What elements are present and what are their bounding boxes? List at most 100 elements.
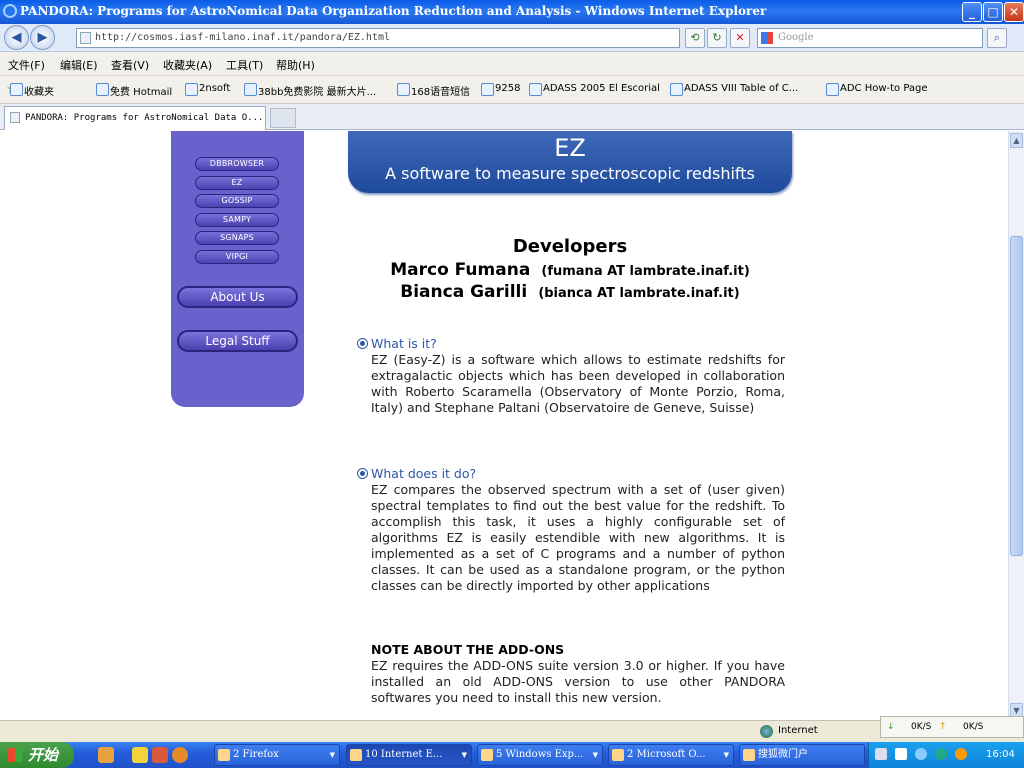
tab-page-icon (10, 112, 20, 123)
address-bar[interactable]: http://cosmos.iasf-milano.inaf.it/pandor… (76, 28, 680, 48)
search-placeholder: Google (778, 32, 814, 43)
section-heading-what-does: What does it do? (357, 466, 476, 481)
taskbar-label: 2 Microsoft O... (627, 749, 706, 760)
sidebar-item-ez[interactable]: EZ (195, 176, 279, 190)
sidebar-item-gossip[interactable]: GOSSIP (195, 194, 279, 208)
upload-arrow-icon: ↑ (939, 722, 947, 732)
note-body: EZ requires the ADD-ONS suite version 3.… (371, 658, 785, 705)
tab-title: PANDORA: Programs for AstroNomical Data … (25, 113, 264, 123)
taskbar-firefox[interactable]: 2 Firefox ▼ (214, 744, 340, 766)
window-titlebar: PANDORA: Programs for AstroNomical Data … (0, 0, 1024, 24)
page-content: DBBROWSER EZ GOSSIP SAMPY SGNAPS VIPGI A… (0, 131, 1008, 720)
fav-168[interactable]: 168语音短信 (397, 83, 470, 98)
fav-adass-2005[interactable]: ADASS 2005 El Escorial (529, 83, 660, 96)
taskbar-label: 5 Windows Exp... (496, 749, 584, 760)
firefox-quicklaunch-icon[interactable] (172, 747, 188, 763)
legal-stuff-button[interactable]: Legal Stuff (177, 330, 298, 352)
developers-heading: Developers (512, 236, 628, 257)
upload-speed: 0K/S (963, 722, 984, 732)
menu-tools[interactable]: 工具(T) (226, 57, 263, 73)
page-banner: EZ A software to measure spectroscopic r… (348, 131, 792, 193)
taskbar-internet-explorer[interactable]: 10 Internet E... ▼ (346, 744, 472, 766)
developer-email: (bianca AT lambrate.inaf.it) (538, 286, 740, 301)
messenger-icon[interactable] (955, 748, 967, 760)
section-title: What is it? (371, 336, 437, 351)
window-title: PANDORA: Programs for AstroNomical Data … (20, 4, 767, 18)
quicklaunch-icon[interactable] (152, 747, 168, 763)
stop-icon[interactable]: ✕ (730, 28, 750, 48)
menu-file[interactable]: 文件(F) (8, 57, 45, 73)
sidebar-item-vipgi[interactable]: VIPGI (195, 250, 279, 264)
tab-bar: PANDORA: Programs for AstroNomical Data … (0, 104, 1024, 130)
chevron-down-icon: ▼ (329, 751, 335, 759)
taskbar: 开始 2 Firefox ▼ 10 Internet E... ▼ 5 Window… (0, 742, 1024, 768)
developer-name: Bianca Garilli (400, 282, 528, 302)
address-text: http://cosmos.iasf-milano.inaf.it/pandor… (95, 32, 391, 43)
note-heading: NOTE ABOUT THE ADD-ONS (371, 642, 565, 657)
maximize-button[interactable]: □ (983, 2, 1003, 22)
fav-adass-viii[interactable]: ADASS VIII Table of C... (670, 83, 798, 96)
developer-name: Marco Fumana (390, 260, 531, 280)
download-arrow-icon: ↓ (887, 722, 895, 732)
sidebar-item-sgnaps[interactable]: SGNAPS (195, 231, 279, 245)
keyboard-icon[interactable] (875, 748, 887, 760)
menu-view[interactable]: 查看(V) (111, 57, 149, 73)
ie-icon (3, 4, 17, 18)
menu-help[interactable]: 帮助(H) (276, 57, 315, 73)
taskbar-label: 搜狐微门户 (758, 749, 808, 760)
bullet-icon (357, 468, 368, 479)
about-us-button[interactable]: About Us (177, 286, 298, 308)
help-icon[interactable] (895, 748, 907, 760)
fav-9258[interactable]: 9258 (481, 83, 520, 96)
taskbar-microsoft-office[interactable]: 2 Microsoft O... ▼ (608, 744, 734, 766)
search-input[interactable]: Google (757, 28, 983, 48)
google-icon (761, 32, 773, 44)
vertical-scrollbar[interactable]: ▲ ▼ (1008, 131, 1024, 720)
chevron-down-icon: ▼ (723, 751, 729, 759)
forward-button[interactable]: ▶ (30, 25, 55, 50)
sidebar-item-dbbrowser[interactable]: DBBROWSER (195, 157, 279, 171)
sidebar-item-sampy[interactable]: SAMPY (195, 213, 279, 227)
menu-bar: 文件(F) 编辑(E) 查看(V) 收藏夹(A) 工具(T) 帮助(H) (0, 52, 1024, 76)
refresh-icon[interactable]: ↻ (707, 28, 727, 48)
section-title: What does it do? (371, 466, 477, 481)
bullet-icon (357, 338, 368, 349)
taskbar-label: 10 Internet E... (365, 749, 443, 760)
close-button[interactable]: ✕ (1004, 2, 1024, 22)
favorites-bar: ★ 收藏夹 免费 Hotmail 2nsoft 38bb免费影院 最新大片...… (0, 76, 1024, 104)
quicklaunch-icon[interactable] (132, 747, 148, 763)
compat-view-icon[interactable]: ⟲ (685, 28, 705, 48)
fav-38bb[interactable]: 38bb免费影院 最新大片... (244, 83, 376, 98)
clock: 16:04 (986, 749, 1015, 760)
developer-email: (fumana AT lambrate.inaf.it) (541, 264, 750, 279)
back-button[interactable]: ◀ (4, 25, 29, 50)
menu-favorites[interactable]: 收藏夹(A) (163, 57, 212, 73)
developer-row: Bianca Garilli (bianca AT lambrate.inaf.… (348, 282, 792, 302)
status-bar: Internet (0, 720, 1024, 742)
page-icon (80, 32, 91, 44)
scroll-up-icon[interactable]: ▲ (1010, 133, 1023, 148)
minimize-button[interactable]: _ (962, 2, 982, 22)
banner-subtitle: A software to measure spectroscopic reds… (385, 164, 755, 183)
favorites-button[interactable]: 收藏夹 (10, 83, 54, 98)
taskbar-windows-explorer[interactable]: 5 Windows Exp... ▼ (477, 744, 603, 766)
fav-2nsoft[interactable]: 2nsoft (185, 83, 230, 96)
menu-edit[interactable]: 编辑(E) (60, 57, 98, 73)
taskbar-label: 2 Firefox (233, 749, 279, 760)
search-icon[interactable]: ⌕ (987, 28, 1007, 48)
scrollbar-thumb[interactable] (1010, 236, 1023, 556)
fav-hotmail[interactable]: 免费 Hotmail (96, 83, 172, 98)
fav-adc-howto[interactable]: ADC How-to Page (826, 83, 928, 96)
tab-pandora[interactable]: PANDORA: Programs for AstroNomical Data … (4, 106, 266, 130)
section-body-what-is: EZ (Easy-Z) is a software which allows t… (371, 352, 785, 415)
speed-indicator: ↓ 0K/S ↑ 0K/S (880, 716, 1024, 738)
start-button[interactable]: 开始 (0, 742, 74, 768)
new-tab-button[interactable] (270, 108, 296, 128)
section-body-what-does: EZ compares the observed spectrum with a… (371, 482, 785, 593)
quicklaunch-icon[interactable] (98, 747, 114, 763)
banner-title: EZ (554, 134, 586, 162)
update-icon[interactable] (935, 748, 947, 760)
chevron-down-icon: ▼ (592, 751, 598, 759)
network-icon[interactable] (915, 748, 927, 760)
taskbar-sohu[interactable]: 搜狐微门户 (739, 744, 865, 766)
